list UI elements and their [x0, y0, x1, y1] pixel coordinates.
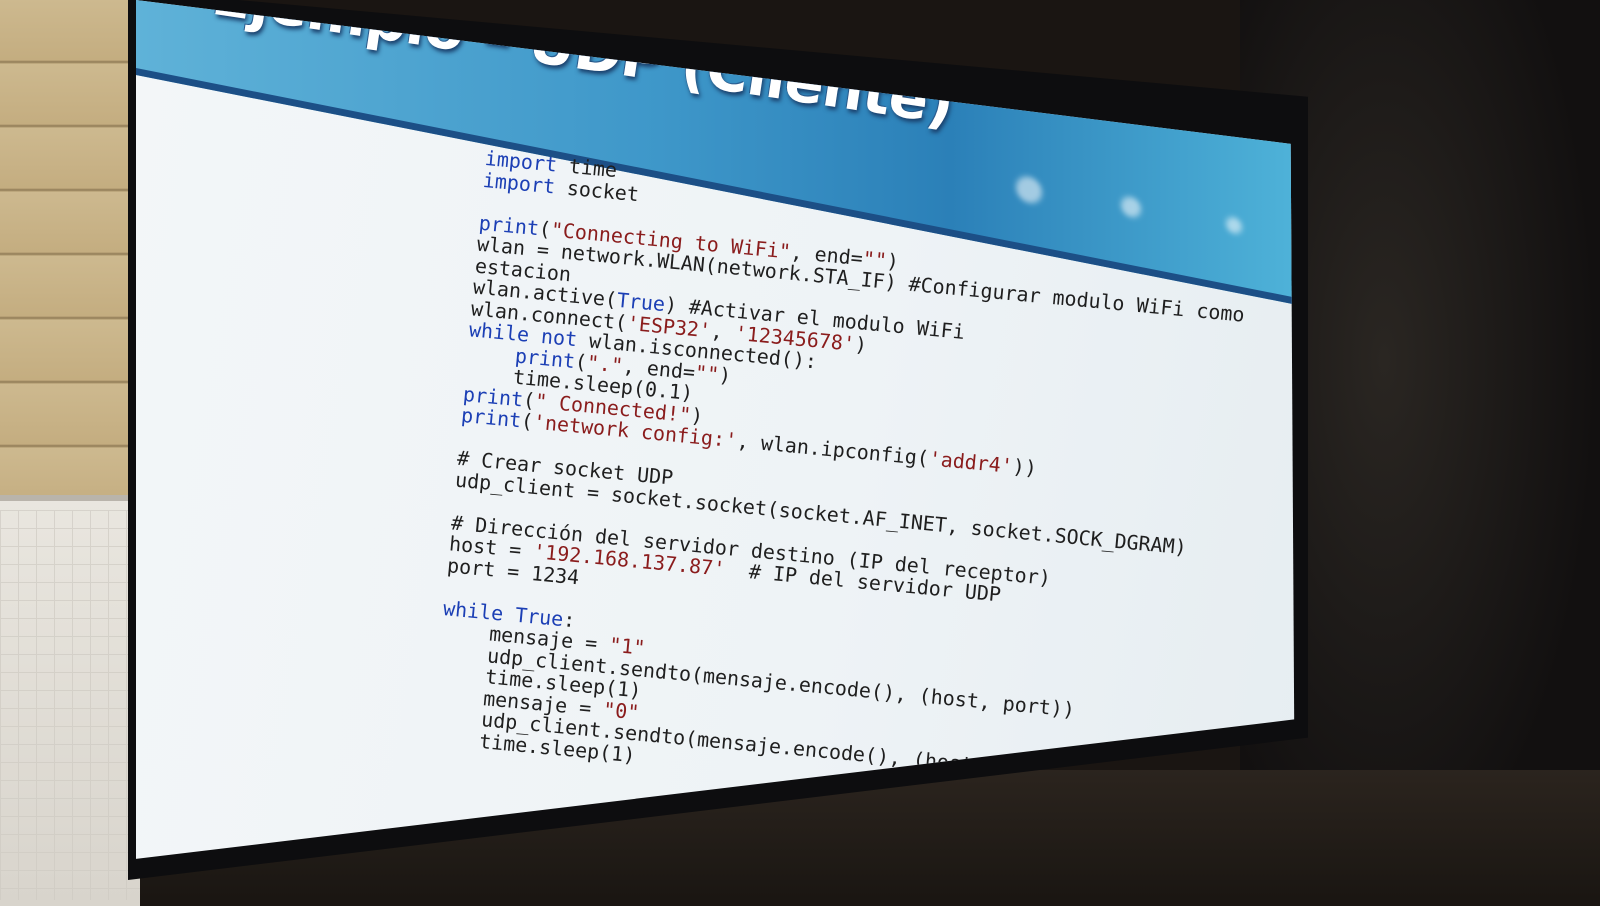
whiteboard-grid — [0, 510, 140, 900]
code-block: import time import socket print("Connectin… — [430, 146, 1253, 819]
code-block-wrap: import time import socket print("Connectin… — [430, 146, 1253, 819]
